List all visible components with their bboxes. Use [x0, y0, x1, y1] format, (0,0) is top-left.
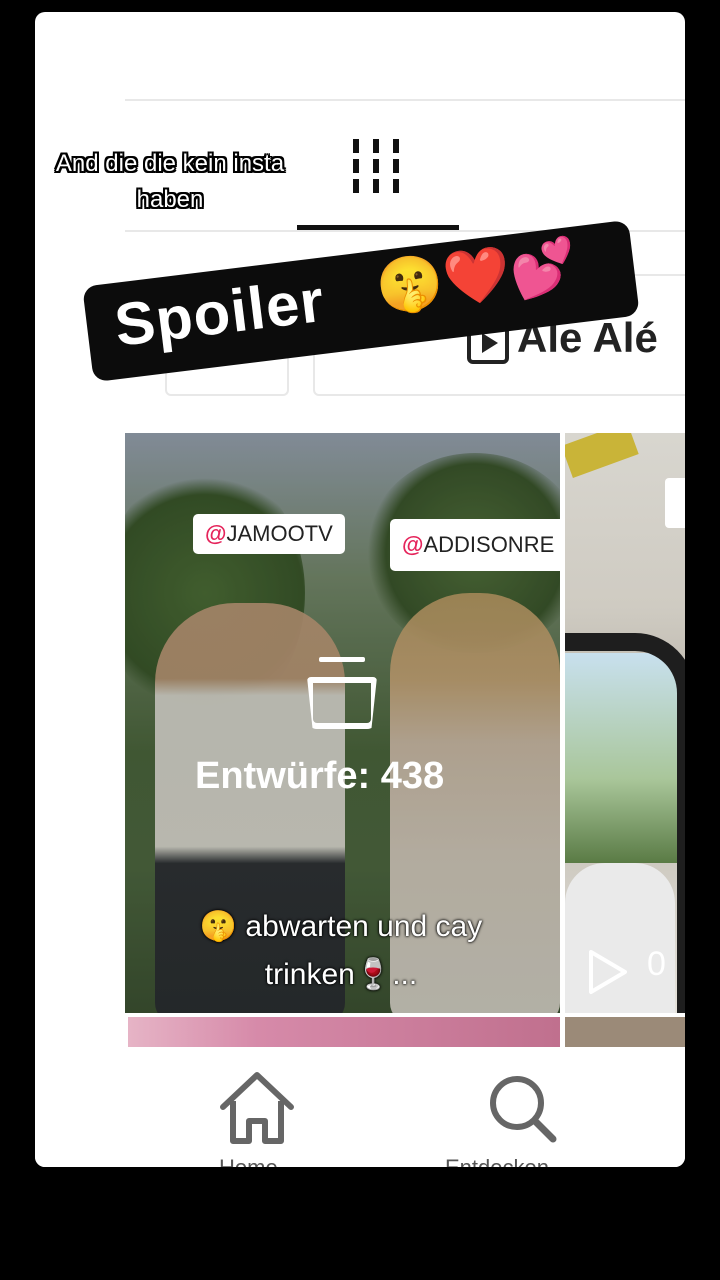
- play-count: 0: [647, 945, 666, 983]
- nav-search-label[interactable]: Entdecken: [445, 1155, 549, 1167]
- drafts-icon: [305, 657, 377, 733]
- mention-tag-jamootv[interactable]: @JAMOOTV: [193, 514, 345, 554]
- search-icon[interactable]: [483, 1069, 563, 1149]
- video-tile[interactable]: [565, 1017, 685, 1047]
- mention-tag-addisonre[interactable]: @ADDISONRE: [390, 519, 560, 571]
- yellow-sticker: [565, 433, 639, 478]
- at-symbol: @: [402, 532, 424, 557]
- video-tile[interactable]: [128, 1017, 560, 1047]
- divider: [125, 99, 685, 101]
- mention-label: ADDISONRE: [423, 532, 555, 557]
- caption-line: trinken🍷...: [264, 958, 418, 991]
- overlay-caption: And die die kein insta haben: [55, 150, 285, 213]
- video-tile[interactable]: 0: [565, 433, 685, 1013]
- top-accent-decoration: [535, 12, 685, 26]
- home-icon[interactable]: [215, 1069, 299, 1149]
- video-caption: 🤫 abwarten und cay trinken🍷...: [131, 903, 551, 999]
- mention-label: JAMOOTV: [226, 521, 333, 546]
- nav-home-label[interactable]: Home: [219, 1155, 278, 1167]
- drafts-count-label: Entwürfe: 438: [195, 755, 445, 797]
- tile-badge: [665, 478, 685, 528]
- video-tile-drafts[interactable]: @JAMOOTV @ADDISONRE Entwürfe: 438 🤫 abwa…: [125, 433, 560, 1013]
- drafts-icon-lid: [319, 657, 365, 662]
- caption-line: 🤫 abwarten und cay: [199, 910, 483, 943]
- drafts-icon-bin: [307, 677, 377, 729]
- spoiler-text: Spoiler: [111, 266, 329, 359]
- bottom-nav: Home Entdecken: [35, 1047, 685, 1167]
- at-symbol: @: [205, 521, 227, 546]
- grid-icon[interactable]: [353, 137, 403, 193]
- play-icon: [589, 950, 627, 994]
